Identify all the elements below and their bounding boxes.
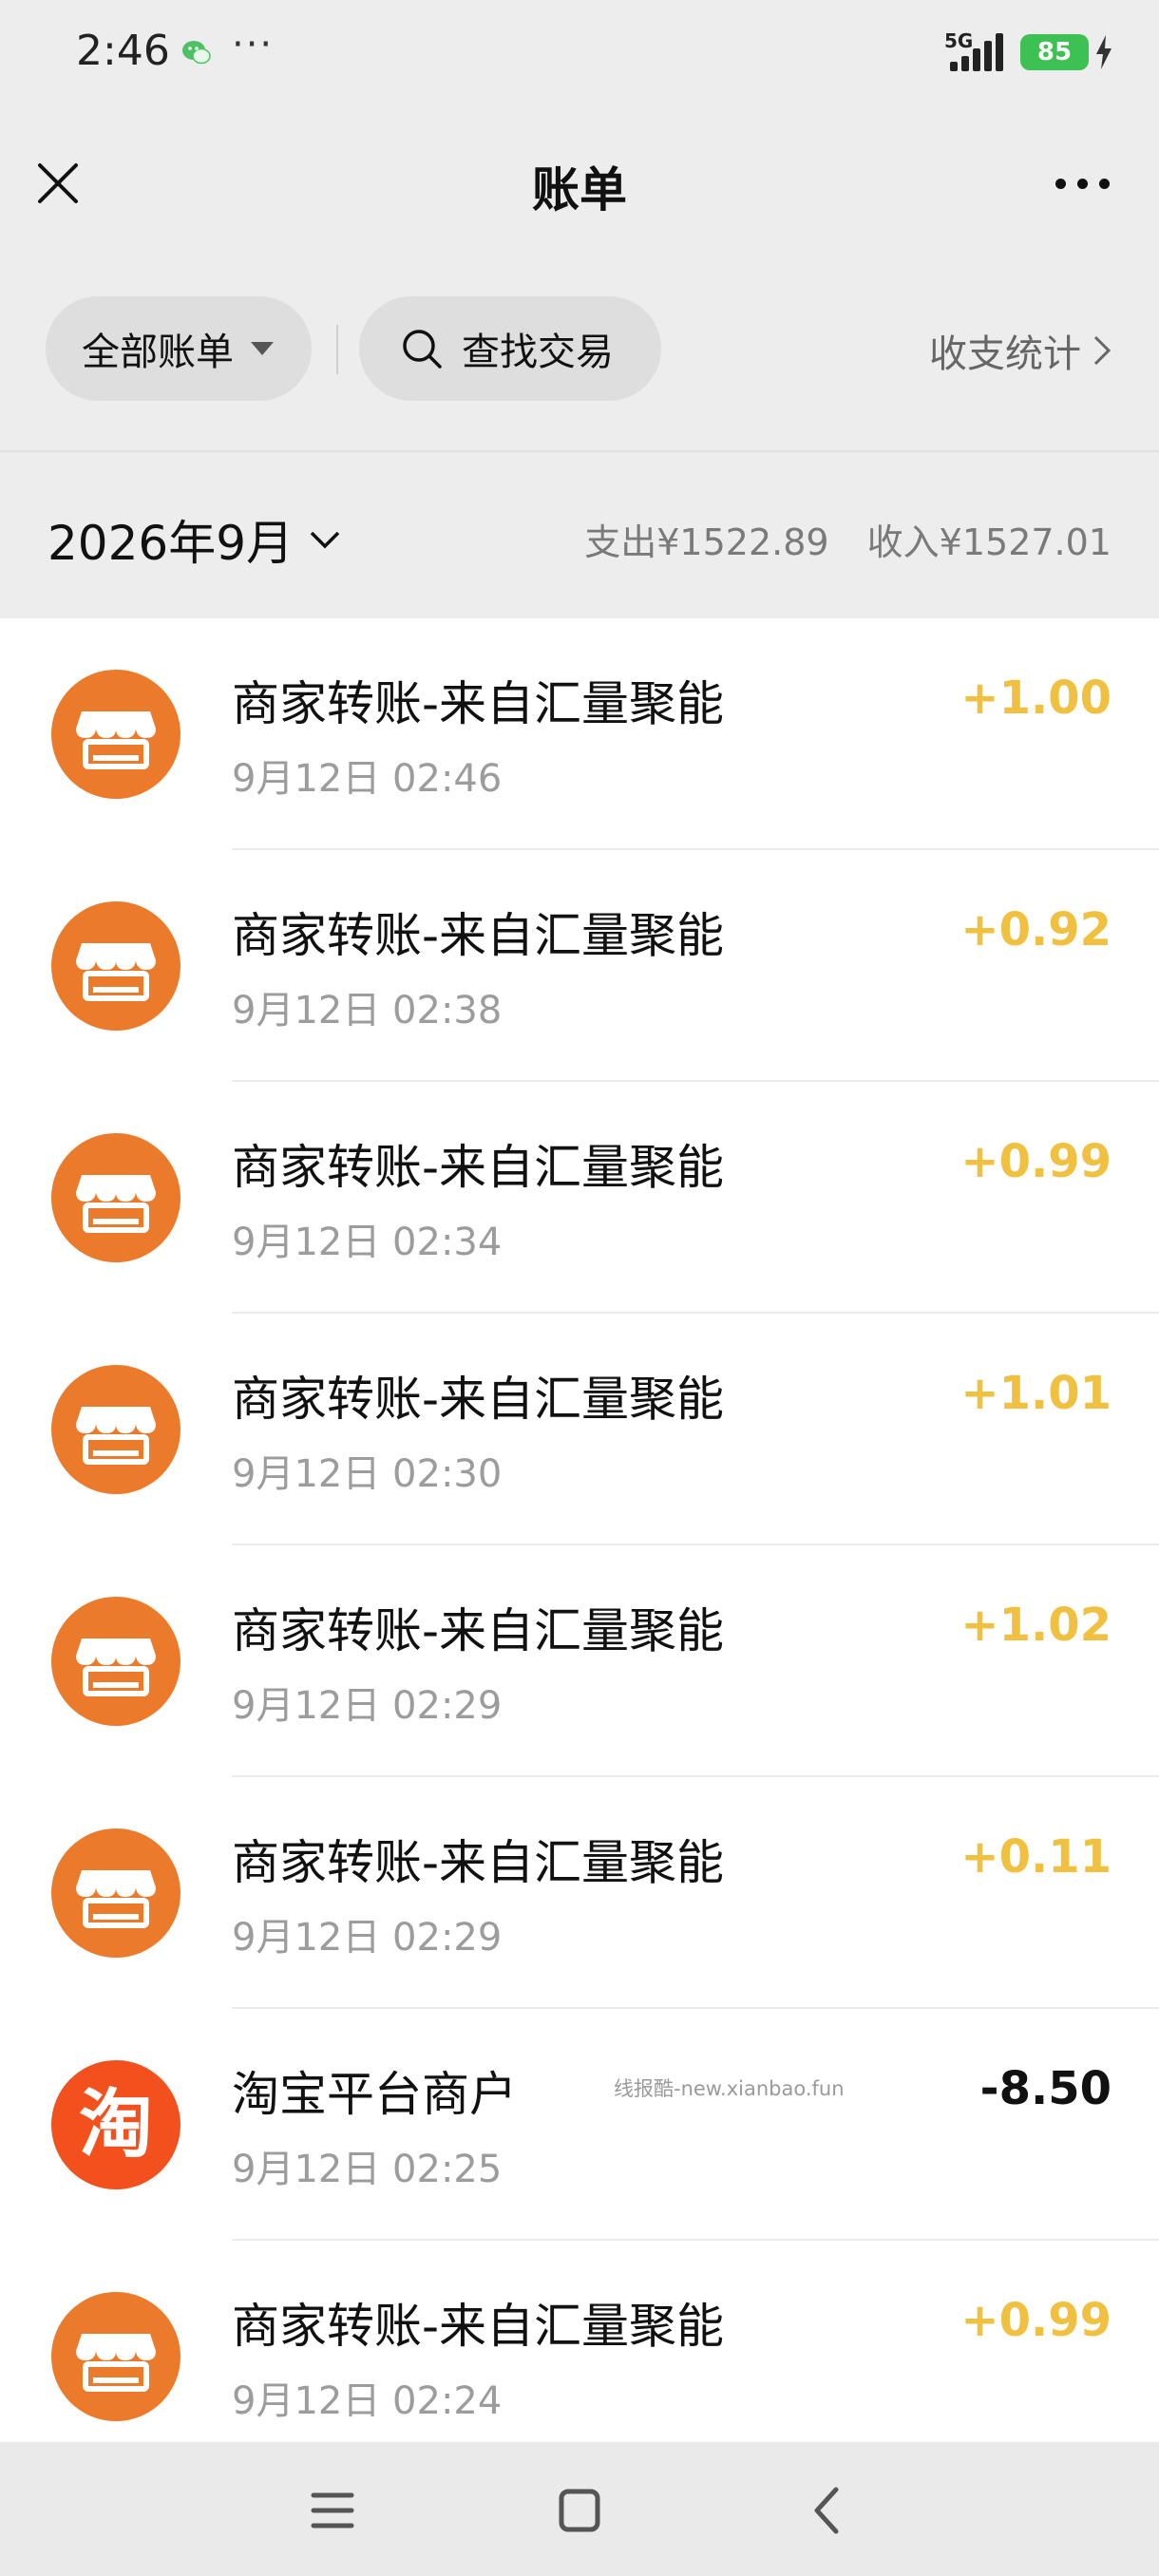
page-title: 账单 — [532, 162, 627, 218]
chevron-down-icon — [310, 531, 340, 549]
expense-total: 支出¥1522.89 — [584, 521, 829, 563]
transaction-title: 商家转账-来自汇量聚能 — [232, 1372, 725, 1427]
transaction-item[interactable]: 商家转账-来自汇量聚能 9月12日 02:30 +1.01 — [0, 1314, 1159, 1545]
transaction-title: 商家转账-来自汇量聚能 — [232, 1835, 725, 1890]
transaction-amount: +1.00 — [960, 672, 1112, 725]
transaction-time: 9月12日 02:24 — [232, 2379, 503, 2423]
transaction-amount: +0.99 — [960, 2294, 1112, 2347]
transaction-time: 9月12日 02:38 — [232, 989, 503, 1032]
month-header: 2026年9月 支出¥1522.89 收入¥1527.01 — [0, 452, 1159, 618]
transaction-amount: +1.01 — [960, 1367, 1112, 1420]
transaction-title: 商家转账-来自汇量聚能 — [232, 676, 725, 731]
transaction-title: 商家转账-来自汇量聚能 — [232, 2299, 725, 2354]
battery-icon: 85 — [1020, 34, 1089, 70]
merchant-store-icon — [51, 670, 180, 799]
transaction-amount: +0.92 — [960, 903, 1112, 957]
status-time: 2:46 — [76, 27, 170, 75]
stats-label: 收支统计 — [929, 332, 1081, 376]
back-icon[interactable] — [798, 2484, 855, 2537]
transaction-amount: +0.99 — [960, 1135, 1112, 1188]
signal-icon: 5G — [944, 29, 1007, 75]
transaction-amount: -8.50 — [979, 2062, 1112, 2115]
system-navigation-bar — [0, 2442, 1159, 2576]
status-indicators: 5G 85 — [944, 28, 1113, 76]
transaction-item[interactable]: 淘 淘宝平台商户 9月12日 02:25 线报酷-new.xianbao.fun… — [0, 2009, 1159, 2241]
home-icon[interactable] — [551, 2484, 608, 2537]
taobao-logo-text: 淘 — [79, 2082, 153, 2168]
income-total: 收入¥1527.01 — [866, 521, 1112, 563]
all-bills-label: 全部账单 — [82, 331, 234, 374]
transaction-amount: +1.02 — [960, 1599, 1112, 1652]
transaction-time: 9月12日 02:29 — [232, 1916, 503, 1960]
status-more-icon: ··· — [232, 23, 275, 66]
transaction-title: 商家转账-来自汇量聚能 — [232, 1603, 725, 1658]
all-bills-dropdown[interactable]: 全部账单 — [46, 296, 312, 401]
month-selector[interactable]: 2026年9月 — [48, 505, 341, 574]
transaction-item[interactable]: 商家转账-来自汇量聚能 9月12日 02:46 +1.00 — [0, 618, 1159, 850]
transaction-title: 商家转账-来自汇量聚能 — [232, 908, 725, 963]
transaction-time: 9月12日 02:29 — [232, 1684, 503, 1728]
merchant-store-icon — [51, 1828, 180, 1958]
merchant-store-icon — [51, 901, 180, 1031]
watermark-text: 线报酷-new.xianbao.fun — [614, 2077, 845, 2100]
search-transactions-button[interactable]: 查找交易 — [359, 296, 661, 401]
network-type: 5G — [944, 29, 974, 52]
transaction-time: 9月12日 02:46 — [232, 757, 503, 801]
title-bar: 账单 — [0, 123, 1159, 247]
transaction-item[interactable]: 商家转账-来自汇量聚能 9月12日 02:38 +0.92 — [0, 850, 1159, 1082]
filter-row: 全部账单 查找交易 收支统计 — [0, 296, 1159, 403]
caret-down-icon — [251, 342, 274, 355]
merchant-store-icon — [51, 2292, 180, 2421]
transaction-item[interactable]: 商家转账-来自汇量聚能 9月12日 02:34 +0.99 — [0, 1082, 1159, 1314]
merchant-store-icon — [51, 1365, 180, 1494]
transaction-amount: +0.11 — [960, 1830, 1112, 1884]
status-bar: 2:46 ··· 5G 85 — [0, 0, 1159, 114]
charging-icon — [1096, 35, 1112, 69]
menu-icon[interactable] — [304, 2484, 361, 2537]
transaction-title: 淘宝平台商户 — [232, 2067, 517, 2122]
search-label: 查找交易 — [462, 331, 614, 374]
transaction-list: 商家转账-来自汇量聚能 9月12日 02:46 +1.00 商家转账-来自汇量聚… — [0, 618, 1159, 2442]
transaction-time: 9月12日 02:30 — [232, 1452, 503, 1496]
transaction-title: 商家转账-来自汇量聚能 — [232, 1140, 725, 1195]
merchant-store-icon — [51, 1133, 180, 1262]
month-totals: 支出¥1522.89 收入¥1527.01 — [558, 513, 1112, 565]
more-options-icon[interactable] — [1055, 179, 1110, 189]
transaction-time: 9月12日 02:25 — [232, 2148, 503, 2191]
transaction-item[interactable]: 商家转账-来自汇量聚能 9月12日 02:29 +1.02 — [0, 1545, 1159, 1777]
divider — [336, 325, 338, 374]
transaction-time: 9月12日 02:34 — [232, 1221, 503, 1264]
wechat-icon — [182, 41, 211, 65]
chevron-right-icon — [1093, 335, 1112, 366]
search-icon — [403, 330, 442, 369]
transaction-item[interactable]: 商家转账-来自汇量聚能 9月12日 02:24 +0.99 — [0, 2241, 1159, 2442]
month-label: 2026年9月 — [48, 516, 294, 571]
income-expense-stats-link[interactable]: 收支统计 — [929, 323, 1112, 378]
merchant-store-icon — [51, 1597, 180, 1726]
taobao-logo-icon: 淘 — [51, 2060, 180, 2189]
transaction-item[interactable]: 商家转账-来自汇量聚能 9月12日 02:29 +0.11 — [0, 1777, 1159, 2009]
